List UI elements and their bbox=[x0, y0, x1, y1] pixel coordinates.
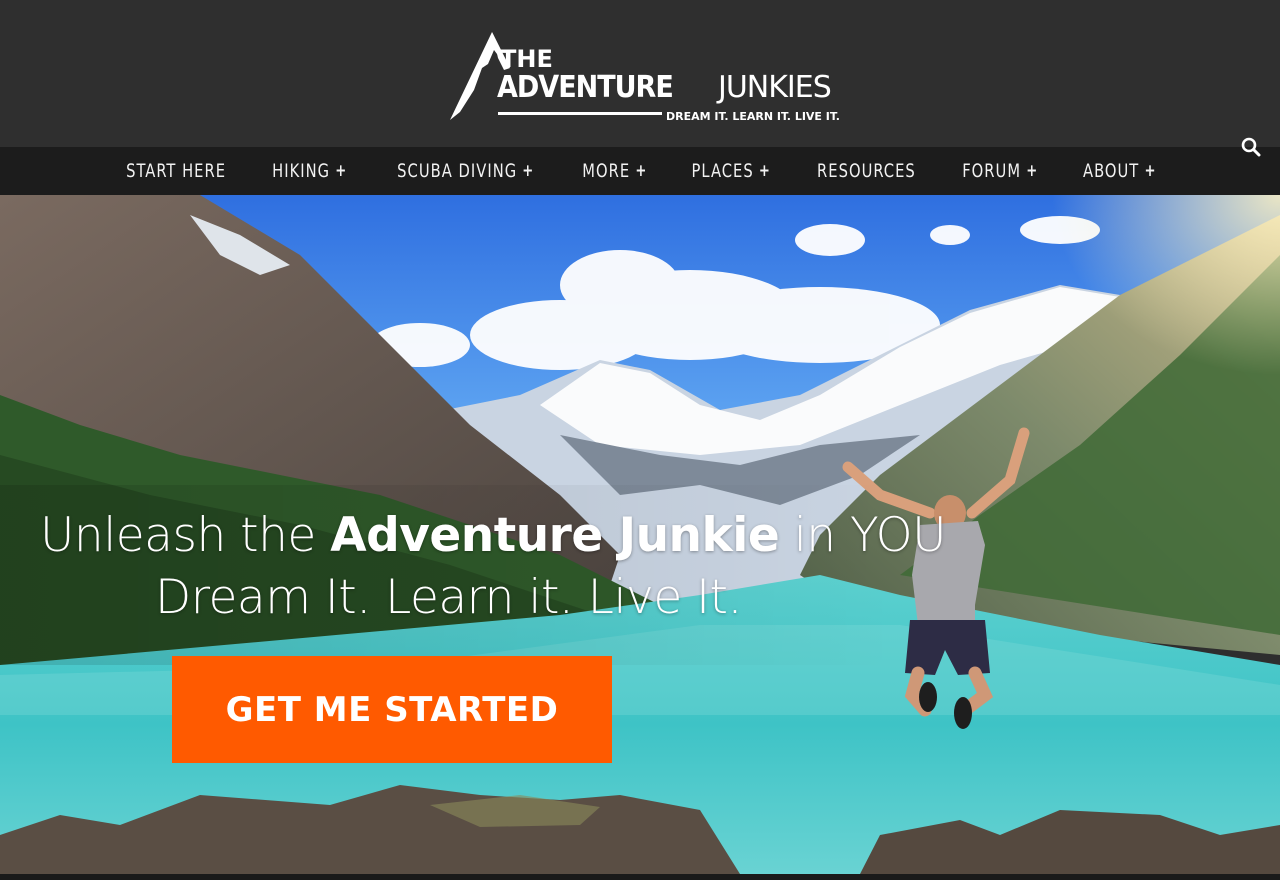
nav-item-more[interactable]: MORE + bbox=[569, 160, 662, 182]
nav-item-label: FORUM bbox=[962, 160, 1022, 182]
hero-headline-pre: Unleash the bbox=[40, 508, 331, 563]
bottom-border bbox=[0, 874, 1280, 880]
hero-subheadline: Dream It. Learn it. Live It. bbox=[155, 570, 742, 625]
plus-icon: + bbox=[1026, 161, 1039, 181]
nav-item-label: RESOURCES bbox=[817, 160, 917, 182]
nav-item-forum[interactable]: FORUM + bbox=[949, 160, 1053, 182]
plus-icon: + bbox=[521, 161, 534, 181]
nav-item-label: START HERE bbox=[126, 160, 226, 182]
logo-line-adventure: ADVENTURE bbox=[497, 70, 674, 105]
nav-item-scuba-diving[interactable]: SCUBA DIVING + bbox=[383, 160, 548, 182]
nav-item-resources[interactable]: RESOURCES bbox=[804, 160, 930, 182]
site-header: THE ADVENTURE JUNKIES DREAM IT. LEARN IT… bbox=[0, 0, 1280, 147]
nav-item-label: SCUBA DIVING bbox=[396, 160, 517, 182]
plus-icon: + bbox=[635, 161, 648, 181]
search-button[interactable] bbox=[1238, 134, 1264, 160]
hero-headline-bold: Adventure Junkie bbox=[330, 508, 780, 563]
plus-icon: + bbox=[1144, 161, 1157, 181]
nav-item-places[interactable]: PLACES + bbox=[678, 160, 785, 182]
logo-line-the: THE bbox=[500, 45, 553, 73]
plus-icon: + bbox=[335, 161, 348, 181]
hero-headline: Unleash the Adventure Junkie in YOU bbox=[40, 508, 947, 563]
nav-item-label: ABOUT bbox=[1082, 160, 1139, 182]
nav-item-label: MORE bbox=[582, 160, 631, 182]
get-started-button[interactable]: GET ME STARTED bbox=[172, 656, 612, 763]
search-icon bbox=[1241, 137, 1261, 157]
main-navigation: START HERE HIKING + SCUBA DIVING + MORE + P… bbox=[0, 147, 1280, 195]
logo-tagline: DREAM IT. LEARN IT. LIVE IT. bbox=[666, 110, 840, 123]
nav-item-start-here[interactable]: START HERE bbox=[112, 160, 239, 182]
nav-item-hiking[interactable]: HIKING + bbox=[258, 160, 361, 182]
plus-icon: + bbox=[758, 161, 771, 181]
nav-item-about[interactable]: ABOUT + bbox=[1069, 160, 1170, 182]
nav-item-label: HIKING bbox=[272, 160, 331, 182]
logo-line-junkies: JUNKIES bbox=[718, 70, 832, 105]
nav-item-label: PLACES bbox=[691, 160, 754, 182]
hero-headline-post: in YOU bbox=[779, 508, 947, 563]
